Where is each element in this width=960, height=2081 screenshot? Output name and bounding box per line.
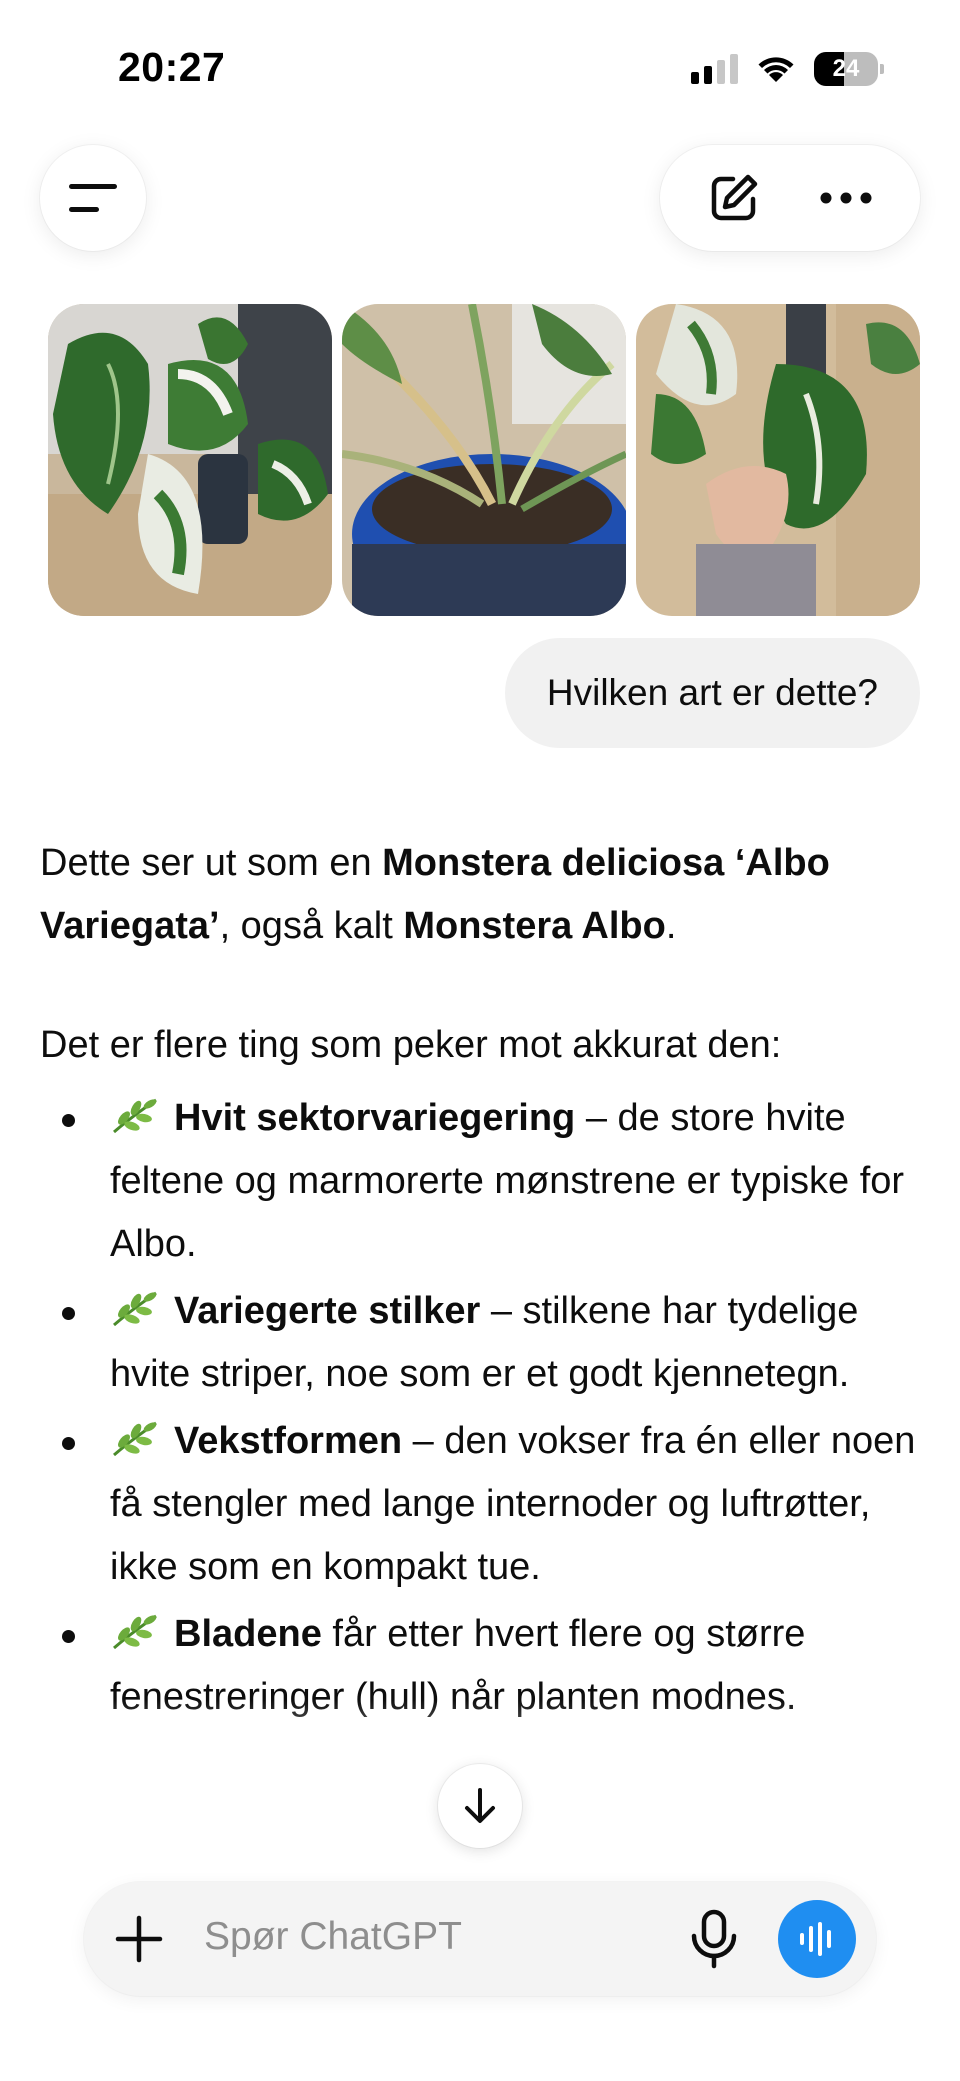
monstera-photo-1[interactable] xyxy=(48,304,332,616)
plus-icon[interactable] xyxy=(114,1914,164,1964)
status-indicators: 24 xyxy=(691,52,884,86)
bullet-title: Vekstformen xyxy=(174,1420,403,1462)
more-options-button[interactable] xyxy=(801,153,891,243)
intro-text-2: , også kalt xyxy=(219,905,404,947)
assistant-intro: Dette ser ut som en Monstera deliciosa ‘… xyxy=(40,832,920,958)
status-time: 20:27 xyxy=(118,44,226,90)
assistant-lead: Det er flere ting som peker mot akkurat … xyxy=(40,1024,782,1066)
user-message-text: Hvilken art er dette? xyxy=(546,672,878,713)
sidebar-menu-icon xyxy=(69,184,117,212)
intro-text-3: . xyxy=(665,905,677,947)
more-icon xyxy=(820,192,872,204)
bullet-title: Bladene xyxy=(174,1613,322,1655)
monstera-photo-3[interactable] xyxy=(636,304,920,616)
message-input[interactable]: Spør ChatGPT xyxy=(204,1915,462,1959)
list-item: Variegerte stilker – stilkene har tydeli… xyxy=(40,1280,920,1406)
herb-emoji-icon xyxy=(113,1291,157,1327)
battery-icon: 24 xyxy=(814,52,884,86)
arrow-down-icon xyxy=(465,1788,495,1823)
herb-emoji-icon xyxy=(113,1098,157,1134)
new-chat-icon xyxy=(711,174,758,221)
cellular-signal-icon xyxy=(691,54,738,84)
voice-waveform-icon xyxy=(800,1922,831,1956)
intro-bold-2: Monstera Albo xyxy=(403,905,666,947)
monstera-photo-2[interactable] xyxy=(342,304,626,616)
bullet-dot xyxy=(62,1114,75,1127)
list-item: Hvit sektorvariegering – de store hvite … xyxy=(40,1087,920,1276)
bullet-title: Variegerte stilker xyxy=(174,1290,481,1332)
assistant-bullet-list: Hvit sektorvariegering – de store hvite … xyxy=(40,1087,920,1729)
composer: Spør ChatGPT xyxy=(84,1882,876,1996)
bullet-title: Hvit sektorvariegering xyxy=(174,1097,576,1139)
bullet-dot xyxy=(62,1307,75,1320)
microphone-icon[interactable] xyxy=(684,1908,744,1970)
bullet-dot xyxy=(62,1630,75,1643)
user-message-bubble: Hvilken art er dette? xyxy=(504,638,920,748)
sidebar-menu-button[interactable] xyxy=(40,145,146,251)
voice-mode-button[interactable] xyxy=(778,1900,856,1978)
battery-level: 24 xyxy=(832,55,860,82)
wifi-icon xyxy=(758,57,794,82)
new-chat-button[interactable] xyxy=(689,153,779,243)
intro-text-1: Dette ser ut som en xyxy=(40,842,383,884)
bullet-dot xyxy=(62,1437,75,1450)
assistant-message: Dette ser ut som en Monstera deliciosa ‘… xyxy=(40,832,920,1733)
header-actions xyxy=(660,145,920,251)
herb-emoji-icon xyxy=(113,1421,157,1457)
list-item: Vekstformen – den vokser fra én eller no… xyxy=(40,1410,920,1599)
attached-images xyxy=(48,304,920,616)
herb-emoji-icon xyxy=(113,1614,157,1650)
scroll-to-bottom-button[interactable] xyxy=(438,1764,522,1848)
